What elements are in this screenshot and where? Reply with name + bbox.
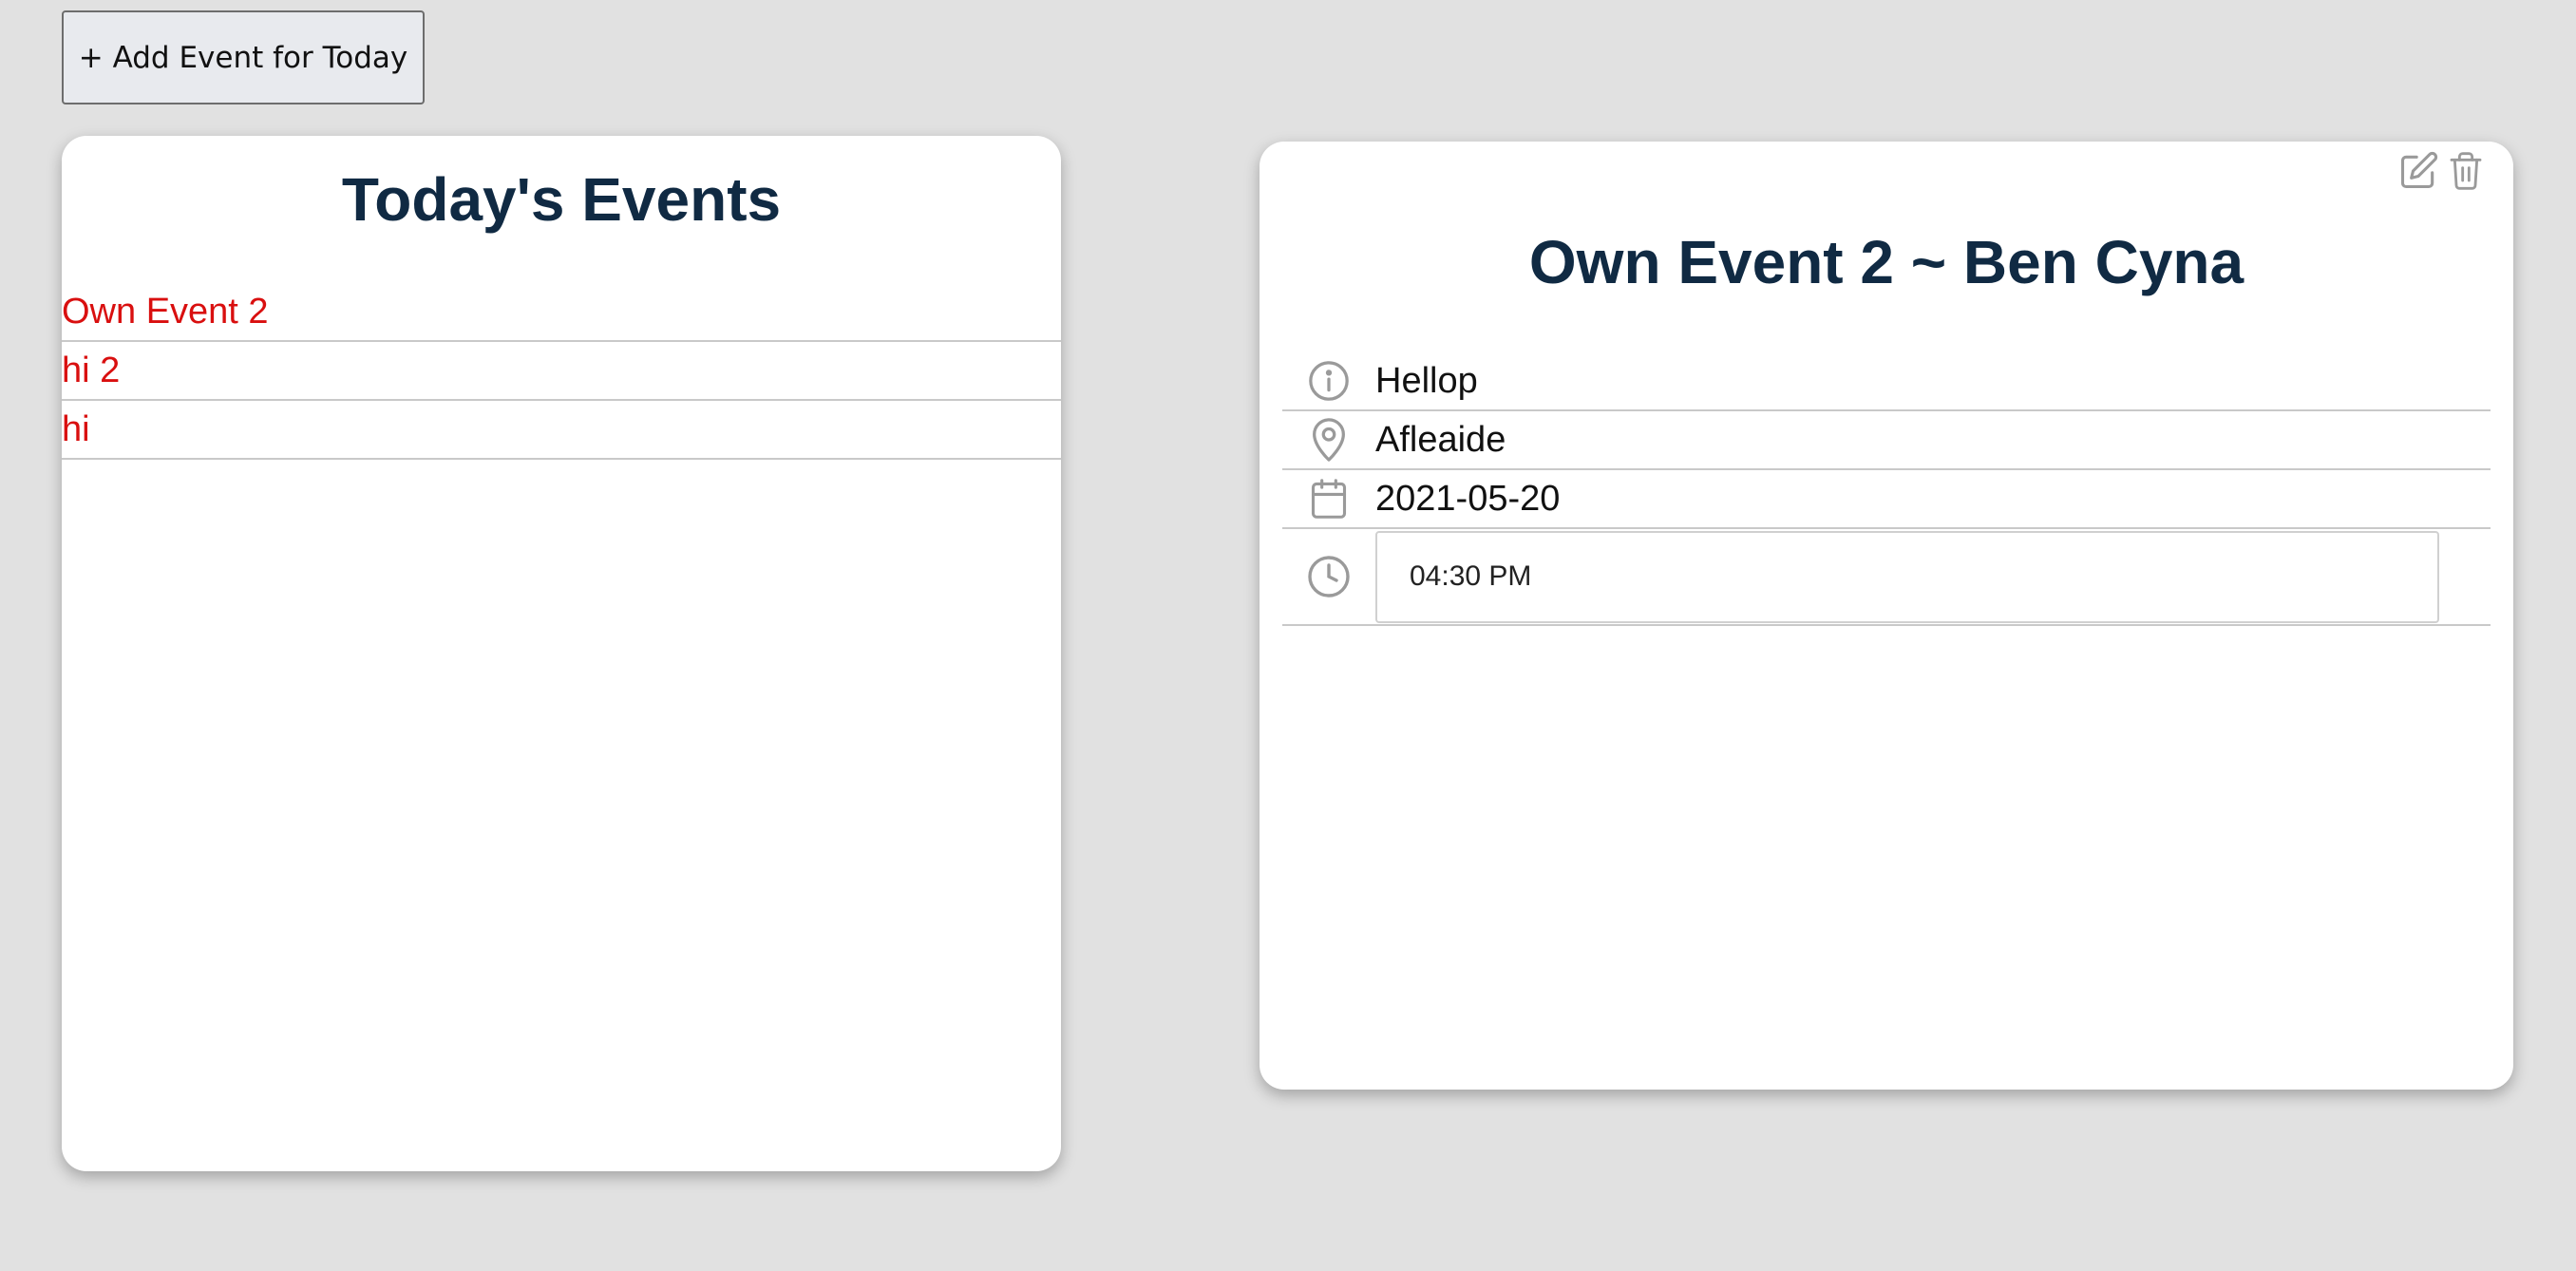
- event-details: Hellop Afleaide 2021-05-20 04:30 PM: [1282, 352, 2491, 626]
- event-location: Afleaide: [1375, 419, 1506, 460]
- edit-icon[interactable]: [2397, 147, 2439, 195]
- calendar-icon: [1282, 477, 1375, 521]
- event-list: Own Event 2 hi 2 hi: [62, 283, 1061, 460]
- description-row: Hellop: [1282, 352, 2491, 411]
- event-detail-panel: Own Event 2 ~ Ben Cyna Hellop Afleaide 2…: [1260, 142, 2513, 1090]
- event-detail-title: Own Event 2 ~ Ben Cyna: [1528, 228, 2245, 296]
- event-actions: [2397, 147, 2487, 195]
- trash-icon[interactable]: [2445, 147, 2487, 195]
- todays-events-title: Today's Events: [341, 165, 782, 234]
- info-icon: [1282, 359, 1375, 403]
- event-description: Hellop: [1375, 360, 1478, 401]
- date-row: 2021-05-20: [1282, 470, 2491, 529]
- location-row: Afleaide: [1282, 411, 2491, 470]
- time-row: 04:30 PM: [1282, 529, 2491, 626]
- list-item[interactable]: Own Event 2: [62, 283, 1061, 342]
- todays-events-panel: Today's Events Own Event 2 hi 2 hi: [62, 136, 1061, 1171]
- list-item[interactable]: hi: [62, 401, 1061, 460]
- add-event-today-button[interactable]: + Add Event for Today: [62, 10, 425, 104]
- list-item[interactable]: hi 2: [62, 342, 1061, 401]
- location-pin-icon: [1282, 416, 1375, 464]
- event-time-field[interactable]: 04:30 PM: [1375, 530, 2439, 623]
- clock-icon: [1282, 554, 1375, 599]
- event-date: 2021-05-20: [1375, 478, 1561, 519]
